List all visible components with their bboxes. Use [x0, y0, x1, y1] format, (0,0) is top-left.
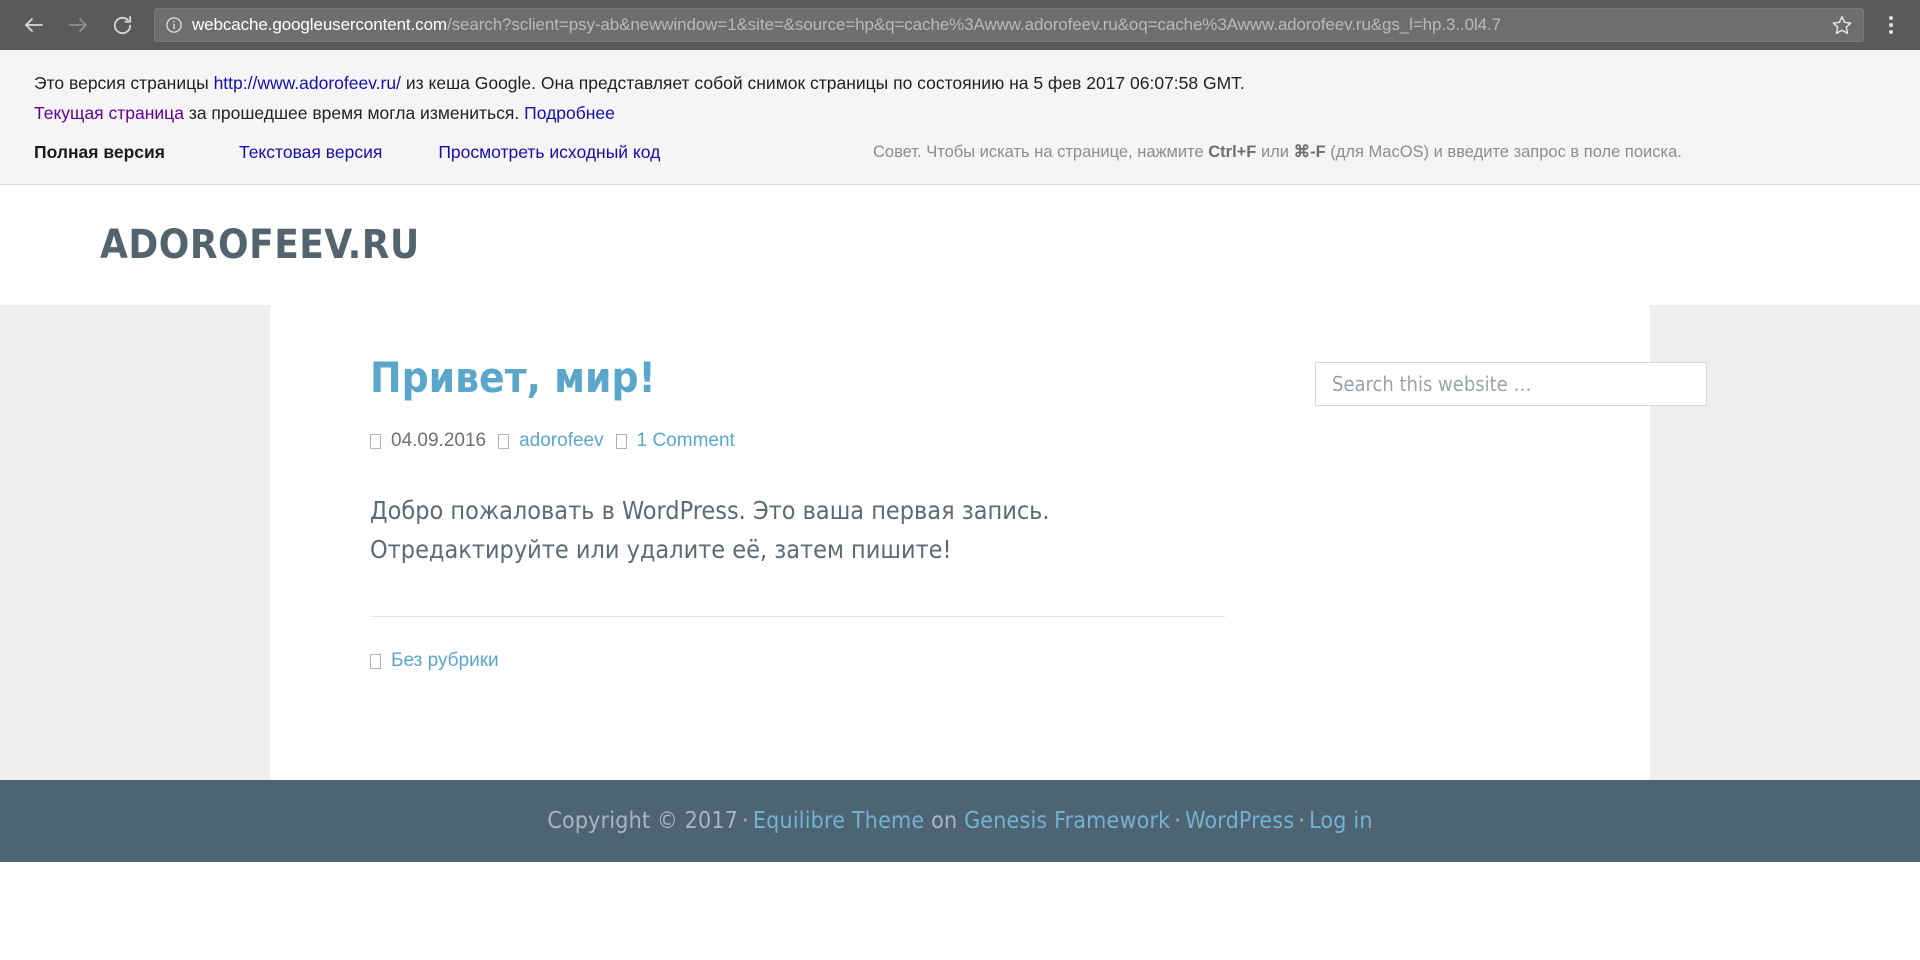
cached-page-url-link[interactable]: http://www.adorofeev.ru/: [214, 73, 401, 93]
site-header: ADOROFEEV.RU: [0, 185, 1920, 305]
cache-notice-suffix: из кеша Google. Она представляет собой с…: [400, 73, 1245, 93]
address-bar-url[interactable]: webcache.googleusercontent.com/search?sc…: [192, 15, 1823, 35]
post-title-link[interactable]: Привет, мир!: [370, 353, 656, 402]
reload-button[interactable]: [100, 3, 144, 47]
site-inner: Привет, мир! 04.09.2016 adorofeev 1 Comm…: [270, 305, 1707, 780]
kebab-menu-icon: [1889, 30, 1893, 34]
search-form: [1315, 362, 1707, 406]
post-author-link[interactable]: adorofeev: [519, 429, 604, 453]
footer-separator: ·: [1298, 808, 1306, 834]
browser-toolbar: webcache.googleusercontent.com/search?sc…: [0, 0, 1920, 50]
cache-notice-line-1: Это версия страницы http://www.adorofeev…: [34, 68, 1920, 98]
post-article: Привет, мир! 04.09.2016 adorofeev 1 Comm…: [370, 353, 1225, 673]
post-date: 04.09.2016: [391, 430, 487, 452]
page-body: Привет, мир! 04.09.2016 adorofeev 1 Comm…: [0, 305, 1920, 780]
post-comments-link[interactable]: 1 Comment: [637, 429, 735, 453]
footer-separator: ·: [1174, 808, 1182, 834]
tab-full-version: Полная версия: [34, 142, 165, 162]
footer-wordpress-link[interactable]: WordPress: [1185, 808, 1294, 834]
missing-glyph-box-icon: [498, 433, 510, 449]
star-icon[interactable]: [1831, 14, 1853, 36]
kebab-menu-icon: [1889, 16, 1893, 20]
search-hint-key-cmd-f: ⌘-F: [1293, 143, 1326, 161]
footer-framework-link[interactable]: Genesis Framework: [964, 808, 1170, 834]
search-hint-part3: (для MacOS) и введите запрос в поле поис…: [1325, 143, 1682, 161]
site-wrapper: ADOROFEEV.RU Привет, мир! 04.09.2016 ado…: [0, 185, 1920, 862]
footer-separator: ·: [742, 808, 749, 834]
missing-glyph-box-icon: [615, 433, 627, 449]
missing-glyph-box-icon: [370, 653, 381, 669]
search-hint-part1: Совет. Чтобы искать на странице, нажмите: [873, 143, 1209, 161]
tab-view-source[interactable]: Просмотреть исходный код: [438, 140, 660, 164]
info-circle-icon[interactable]: [165, 16, 183, 34]
tab-text-version[interactable]: Текстовая версия: [239, 140, 382, 164]
content-column: Привет, мир! 04.09.2016 adorofeev 1 Comm…: [320, 353, 1225, 720]
arrow-right-icon: [69, 18, 87, 32]
post-meta: 04.09.2016 adorofeev 1 Comment: [370, 429, 1225, 453]
site-title[interactable]: ADOROFEEV.RU: [0, 225, 420, 265]
back-button[interactable]: [12, 3, 56, 47]
search-input[interactable]: [1315, 362, 1707, 406]
kebab-menu-icon: [1889, 23, 1893, 27]
post-title: Привет, мир!: [370, 353, 1225, 402]
arrow-left-icon: [25, 18, 43, 32]
cache-notice-prefix: Это версия страницы: [34, 73, 214, 93]
current-page-link[interactable]: Текущая страница: [34, 103, 184, 123]
sidebar: [1225, 355, 1707, 720]
site-footer: Copyright © 2017 · Equilibre Theme on Ge…: [0, 780, 1920, 862]
footer-copyright: Copyright © 2017: [547, 808, 739, 834]
search-hint-part2: или: [1256, 143, 1294, 161]
url-host: webcache.googleusercontent.com: [192, 15, 447, 34]
cache-notice-line-2: Текущая страница за прошедшее время могл…: [34, 98, 1920, 128]
learn-more-link[interactable]: Подробнее: [524, 103, 615, 123]
forward-button[interactable]: [56, 3, 100, 47]
footer-on-text: on: [931, 808, 958, 834]
url-path: /search?sclient=psy-ab&newwindow=1&site=…: [447, 15, 1501, 34]
search-hint: Совет. Чтобы искать на странице, нажмите…: [873, 140, 1682, 164]
post-body: Добро пожаловать в WordPress. Это ваша п…: [370, 496, 1050, 565]
post-category-link[interactable]: Без рубрики: [391, 649, 499, 673]
cache-notice-middle: за прошедшее время могла измениться.: [183, 103, 525, 123]
search-hint-key-ctrl-f: Ctrl+F: [1208, 143, 1257, 161]
browser-menu-button[interactable]: [1874, 5, 1908, 45]
google-cache-banner: Это версия страницы http://www.adorofeev…: [0, 50, 1920, 185]
address-bar[interactable]: webcache.googleusercontent.com/search?sc…: [154, 8, 1864, 42]
footer-login-link[interactable]: Log in: [1309, 808, 1373, 834]
cache-notice-text: Это версия страницы http://www.adorofeev…: [0, 68, 1920, 128]
post-footer: Без рубрики: [370, 616, 1225, 673]
footer-theme-link[interactable]: Equilibre Theme: [753, 808, 924, 834]
reload-icon: [113, 15, 131, 34]
cache-view-tabs: Полная версия Текстовая версия Просмотре…: [0, 140, 1920, 164]
missing-glyph-box-icon: [370, 433, 381, 449]
